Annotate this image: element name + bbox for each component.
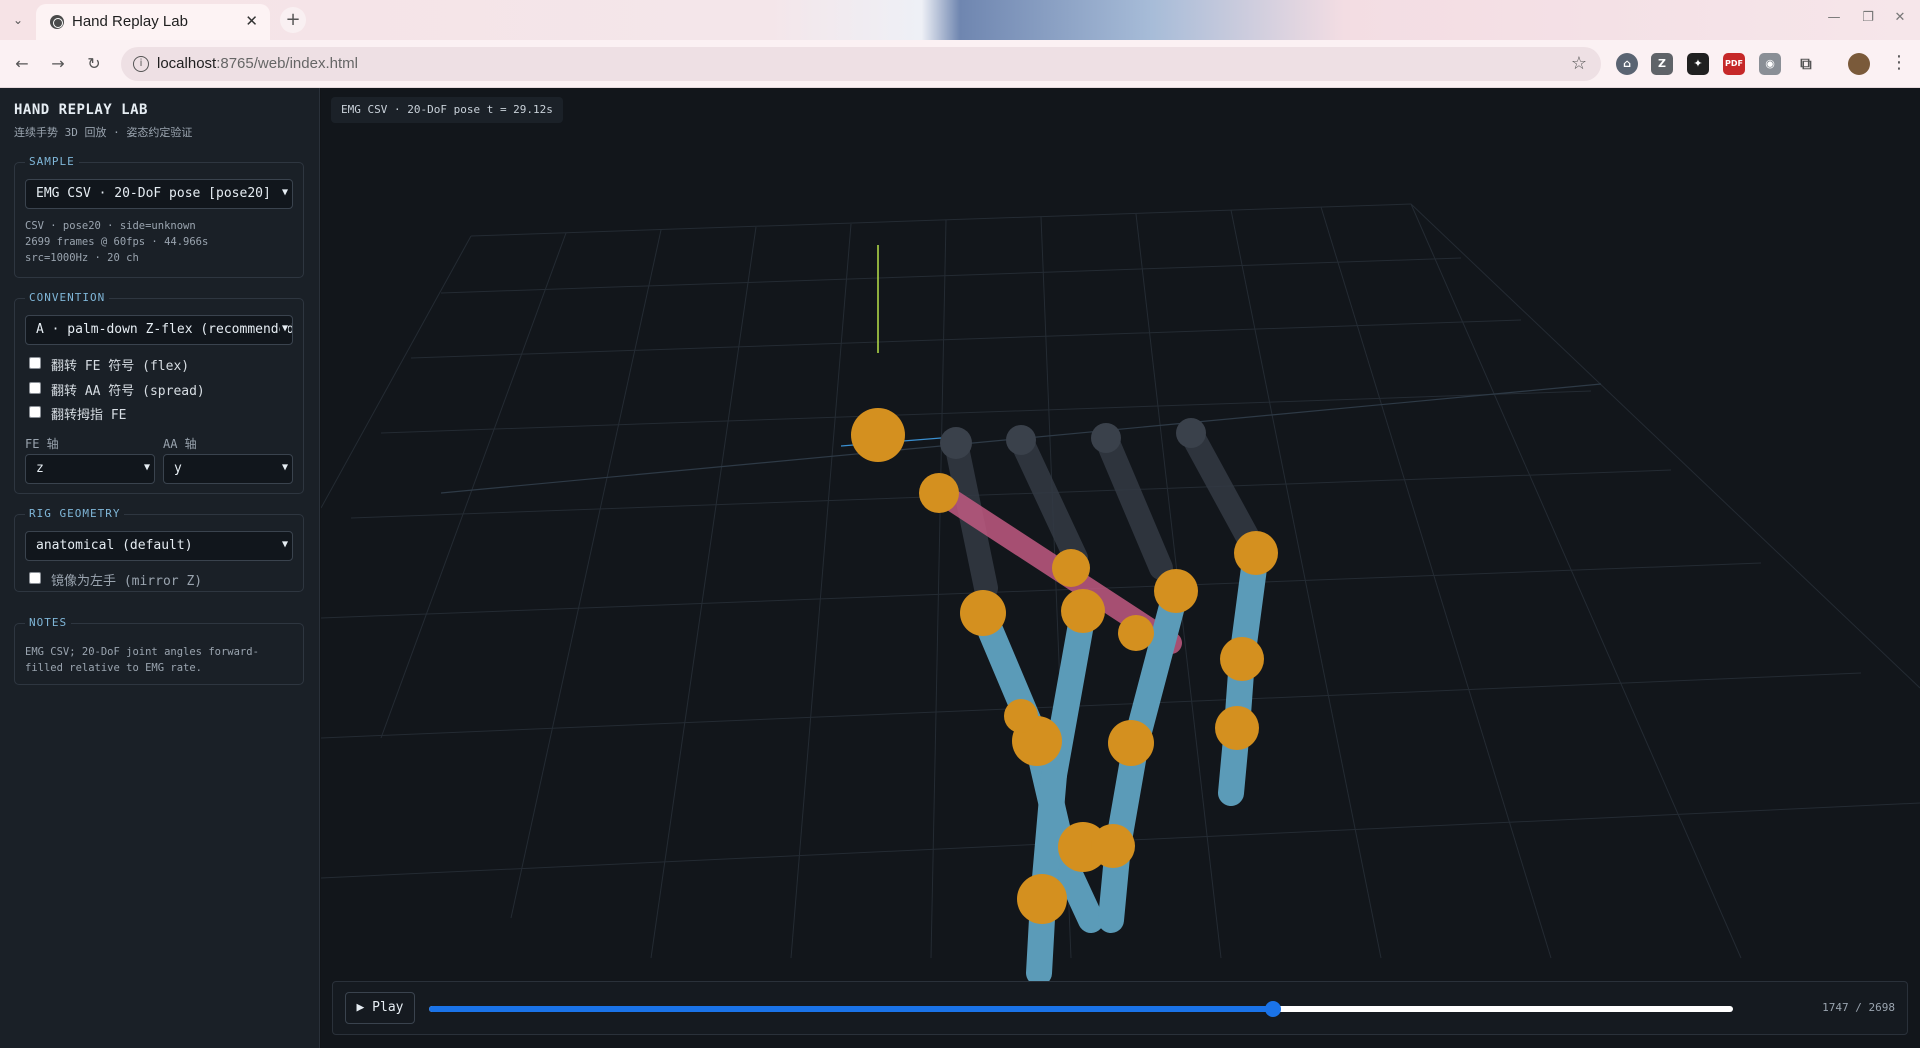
chevron-down-icon: ▼ <box>279 187 288 198</box>
flip-thumb-checkbox[interactable] <box>29 406 41 418</box>
notes-text: EMG CSV; 20-DoF joint angles forward-fil… <box>25 646 259 674</box>
frame-slider-fill <box>429 1006 1274 1012</box>
url-host: localhost <box>157 55 217 72</box>
globe-icon <box>50 15 64 29</box>
minimize-icon[interactable]: — <box>1824 10 1844 25</box>
fe-axis-select[interactable]: z ▼ <box>25 454 155 484</box>
sidebar: HAND REPLAY LAB 连续手势 3D 回放 · 姿态约定验证 SAMP… <box>0 88 320 1048</box>
flip-thumb-label: 翻转拇指 FE <box>51 408 127 423</box>
fe-axis-value: z <box>36 461 44 476</box>
chevron-down-icon: ▼ <box>141 462 150 473</box>
frame-readout: 1747 / 2698 <box>1822 1001 1895 1014</box>
chevron-down-icon: ▼ <box>279 323 288 334</box>
browser-toolbar: ← → ↻ i localhost:8765/web/index.html ☆ … <box>0 40 1920 88</box>
3d-viewport[interactable]: EMG CSV · 20-DoF pose t = 29.12s ▶ Play … <box>321 88 1920 1048</box>
play-button[interactable]: ▶ Play <box>345 992 415 1024</box>
playback-controls: ▶ Play 1747 / 2698 <box>332 981 1908 1035</box>
puzzle-game-extension-icon[interactable]: ✦ <box>1687 53 1709 75</box>
browser-tab-strip: ⌄ Hand Replay Lab ✕ + — ❐ ✕ <box>0 0 1920 40</box>
extensions-puzzle-icon[interactable]: ⧉ <box>1795 53 1817 75</box>
notes-panel: NOTES EMG CSV; 20-DoF joint angles forwa… <box>14 616 304 685</box>
flip-aa-checkbox[interactable] <box>29 382 41 394</box>
tab-title: Hand Replay Lab <box>72 13 188 30</box>
frame-slider-thumb[interactable] <box>1265 1001 1282 1017</box>
app-title: HAND REPLAY LAB <box>14 102 148 118</box>
frame-slider[interactable] <box>429 1001 1733 1017</box>
profile-avatar[interactable] <box>1848 53 1870 75</box>
aa-axis-select[interactable]: y ▼ <box>163 454 293 484</box>
back-arrow-icon[interactable]: ← <box>12 54 32 74</box>
convention-select[interactable]: A · palm-down Z-flex (recommended) ▼ <box>25 315 293 345</box>
zotero-extension-icon[interactable]: Z <box>1651 53 1673 75</box>
browser-menu-icon[interactable]: ⋮ <box>1890 52 1908 73</box>
url-path: :8765/web/index.html <box>216 55 358 72</box>
flip-fe-checkbox[interactable] <box>29 357 41 369</box>
tab-close-icon[interactable]: ✕ <box>245 12 258 30</box>
rig-select-value: anatomical (default) <box>36 538 193 553</box>
chevron-down-icon: ▼ <box>279 462 288 473</box>
mirror-label: 镜像为左手 (mirror Z) <box>51 574 203 589</box>
ghost-joints <box>940 418 1206 459</box>
aa-axis-value: y <box>174 461 182 476</box>
sample-panel: SAMPLE EMG CSV · 20-DoF pose [pose20] ▼ … <box>14 155 304 278</box>
sample-legend: SAMPLE <box>25 155 79 168</box>
camera-extension-icon[interactable]: ◉ <box>1759 53 1781 75</box>
convention-select-value: A · palm-down Z-flex (recommended) <box>36 322 293 337</box>
time-hud: EMG CSV · 20-DoF pose t = 29.12s <box>331 97 563 123</box>
restore-icon[interactable]: ❐ <box>1858 10 1878 25</box>
address-bar[interactable]: i localhost:8765/web/index.html ☆ <box>121 47 1601 81</box>
sample-select-value: EMG CSV · 20-DoF pose [pose20] <box>36 186 271 201</box>
sample-meta: CSV · pose20 · side=unknown 2699 frames … <box>25 220 209 264</box>
bookmark-star-icon[interactable]: ☆ <box>1571 53 1587 74</box>
convention-panel: CONVENTION A · palm-down Z-flex (recomme… <box>14 291 304 494</box>
forward-arrow-icon[interactable]: → <box>48 54 68 74</box>
reload-icon[interactable]: ↻ <box>84 54 104 74</box>
rig-legend: RIG GEOMETRY <box>25 507 125 520</box>
convention-legend: CONVENTION <box>25 291 110 304</box>
flip-aa-label: 翻转 AA 符号 (spread) <box>51 384 205 399</box>
mouse-extension-icon[interactable]: ⌂ <box>1616 53 1638 75</box>
app-root: HAND REPLAY LAB 连续手势 3D 回放 · 姿态约定验证 SAMP… <box>0 88 1920 1048</box>
site-info-icon[interactable]: i <box>133 56 149 72</box>
ghost-reference-hand <box>944 421 1263 600</box>
hand-3d-scene[interactable] <box>321 88 1920 1048</box>
rig-select[interactable]: anatomical (default) ▼ <box>25 531 293 561</box>
sample-select[interactable]: EMG CSV · 20-DoF pose [pose20] ▼ <box>25 179 293 209</box>
chevron-down-icon: ▼ <box>279 539 288 550</box>
url-text[interactable]: localhost:8765/web/index.html <box>157 55 358 72</box>
window-close-icon[interactable]: ✕ <box>1890 10 1910 25</box>
new-tab-button[interactable]: + <box>280 7 306 33</box>
fe-axis-label: FE 轴 <box>25 437 59 451</box>
notes-legend: NOTES <box>25 616 72 629</box>
pdf-extension-icon[interactable]: PDF <box>1723 53 1745 75</box>
flip-fe-label: 翻转 FE 符号 (flex) <box>51 359 190 374</box>
aa-axis-label: AA 轴 <box>163 437 197 451</box>
app-subtitle: 连续手势 3D 回放 · 姿态约定验证 <box>14 126 193 139</box>
tab-search-chevron-icon[interactable]: ⌄ <box>8 10 28 30</box>
rig-panel: RIG GEOMETRY anatomical (default) ▼ 镜像为左… <box>14 507 304 592</box>
mirror-checkbox[interactable] <box>29 572 41 584</box>
browser-tab-active[interactable]: Hand Replay Lab ✕ <box>36 4 270 40</box>
